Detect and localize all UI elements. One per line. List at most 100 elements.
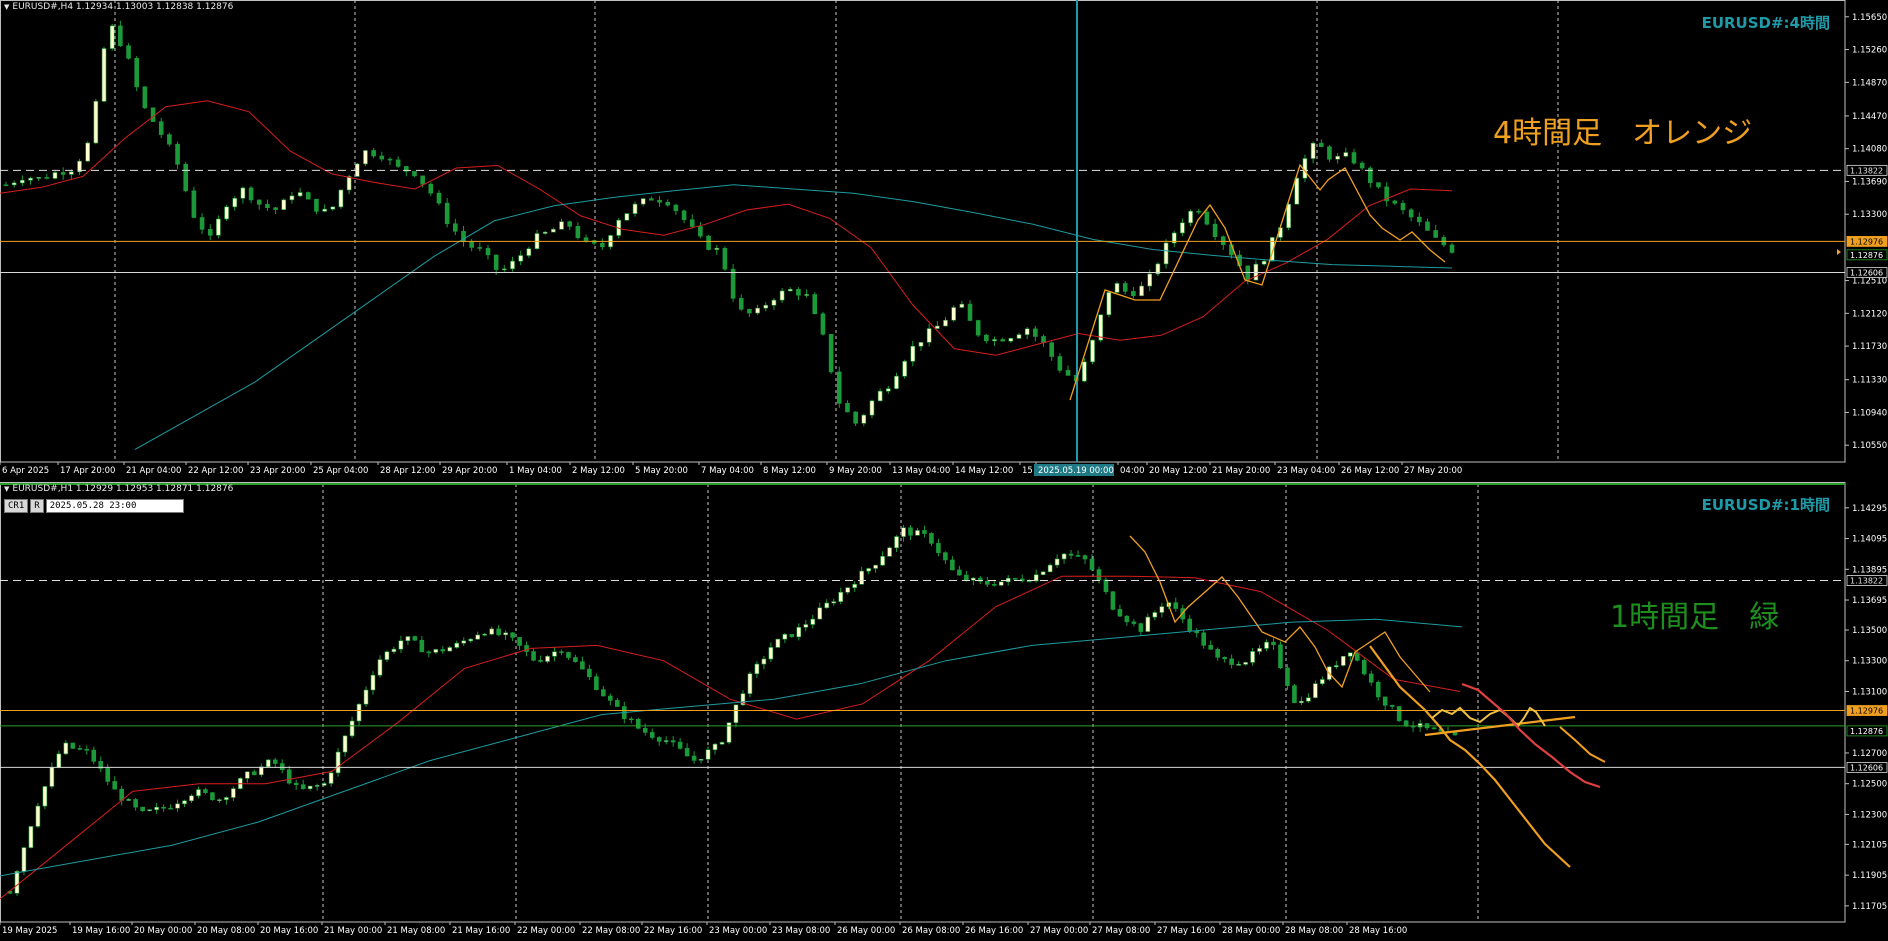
candle-body [49,767,55,787]
candle-body [436,192,442,204]
candle-body [1152,612,1158,618]
candle-body [714,247,720,250]
candle-body [281,199,287,210]
candle-body [1417,723,1423,728]
candle-body [831,601,837,604]
candle-body [196,789,201,797]
time-label: 17 Apr 20:00 [60,466,115,476]
price-tag-label: 1.13822 [1850,166,1883,175]
candle-body [11,182,17,186]
candle-body [861,414,867,424]
candle-body [880,556,885,566]
candle-body [1188,210,1193,224]
candle-body [1147,273,1153,287]
candle-body [1215,649,1220,658]
candle-body [35,805,41,827]
candle-body [1208,645,1213,650]
candle-body [1400,202,1406,211]
price-label: 1.10940 [1852,408,1887,418]
candle-body [1159,606,1165,613]
candle-body [1403,720,1409,727]
h4-chart-pane[interactable]: 1.15650 1.15260 1.14870 1.14470 1.14080 1.136… [0,0,1888,482]
candle-body [538,659,543,662]
candle-body [1110,591,1116,610]
candle-body [1302,158,1308,179]
candle-body [69,171,74,175]
candle-body [405,636,411,642]
candle-body [706,235,711,250]
time-label: 22 May 16:00 [644,926,702,936]
candle-body [1392,200,1398,204]
candle-body [975,320,981,336]
candle-body [447,647,453,652]
time-label: 25 Apr 04:00 [313,466,368,476]
candle-body [971,577,976,581]
candle-body [109,25,115,49]
candle-body [789,634,795,638]
time-label: 28 Apr 12:00 [380,466,435,476]
candle-body [453,223,458,232]
candle-body [943,552,948,561]
candle-body [1229,658,1234,665]
candle-body [615,700,620,707]
candle-body [183,163,189,192]
candle-body [384,651,390,660]
candle-body [1310,142,1316,159]
candle-body [489,628,494,635]
candle-body [1082,361,1087,382]
h1-chart-canvas[interactable]: 1.14295 1.14095 1.13895 1.13695 1.13500 1.133… [0,482,1888,941]
time-label: 21 Apr 04:00 [126,466,181,476]
candle-body [346,176,352,191]
candle-body [1313,683,1318,698]
cursor-datetime-field[interactable]: 2025.05.28 23:00 [45,499,184,513]
candle-body [583,237,589,241]
time-label: 22 May 00:00 [517,926,575,936]
candle-body [126,799,131,801]
price-label: 1.15260 [1852,46,1887,56]
candle-body [391,648,397,653]
candle-body [1139,285,1144,297]
h4-chart-canvas[interactable]: 1.15650 1.15260 1.14870 1.14470 1.14080 1.136… [0,0,1888,482]
candle-body [189,795,194,802]
candle-body [322,208,327,212]
candle-body [1068,553,1074,556]
candle-body [1417,216,1422,223]
candle-body [133,799,138,808]
cr1-button[interactable]: CR1 [4,499,29,513]
candle-body [1299,700,1304,704]
candle-body [314,785,320,787]
candle-body [286,769,292,784]
candle-body [517,637,522,646]
time-label: 27 May 00:00 [1030,926,1088,936]
candle-body [335,751,341,774]
candle-body [1122,283,1128,292]
candle-body [817,607,823,620]
h1-chart-pane[interactable]: 1.14295 1.14095 1.13895 1.13695 1.13500 1.133… [0,482,1888,941]
candle-body [175,803,180,809]
candle-body [698,759,704,761]
price-label: 1.12700 [1852,749,1887,759]
price-arrow-icon [1837,249,1841,255]
price-label: 1.11705 [1852,902,1887,912]
candle-body [1033,328,1038,337]
candle-body [502,268,507,271]
candle-body [1106,292,1112,316]
candle-body [1361,660,1367,675]
candle-body [559,221,564,230]
h1-ohlc-text: EURUSD#,H1 1.12929 1.12953 1.12871 1.128… [12,484,234,494]
candle-body [951,307,956,321]
candle-body [134,58,140,88]
candle-body [63,742,69,755]
candle-body [412,171,417,177]
candle-body [1008,338,1014,342]
candle-body [300,784,306,790]
candle-body [1449,244,1455,253]
time-label: 27 May 20:00 [1404,466,1462,476]
candle-body [908,527,913,536]
r-button[interactable]: R [30,499,44,513]
candle-body [1131,291,1136,297]
candle-body [1318,142,1324,148]
time-label: 26 May 16:00 [965,926,1023,936]
candle-body [1089,558,1095,570]
candle-body [1433,230,1438,238]
